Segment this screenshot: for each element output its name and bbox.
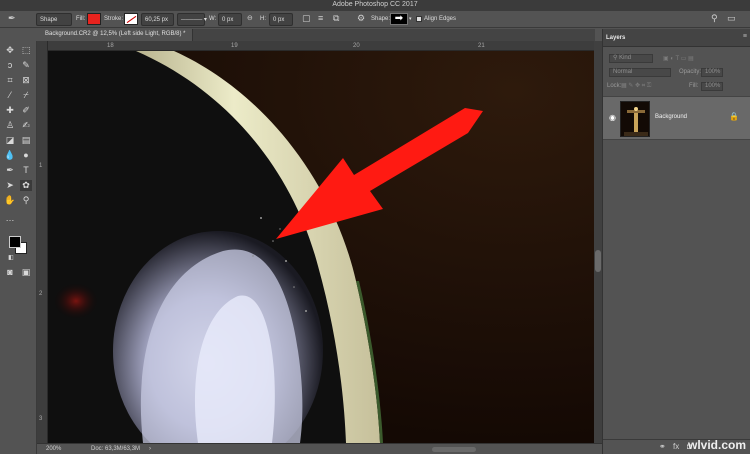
lock-options-icons[interactable]: ▦ ✎ ✥ ⌗ ⚿ [621, 81, 651, 91]
zoom-tool-icon[interactable]: ⚲ [20, 195, 32, 206]
quick-mask-icon[interactable]: ◙ [4, 267, 16, 278]
fill-field[interactable]: 100% [701, 82, 723, 91]
path-selection-tool-icon[interactable]: ➤ [4, 180, 16, 191]
fill-swatch[interactable] [87, 13, 101, 25]
pen-tool-icon[interactable]: ✒ [8, 14, 16, 23]
layer-filter-icons[interactable]: ▣ ◐ T ▭ ▤ [663, 54, 694, 64]
align-edges-label: Align Edges [424, 16, 457, 22]
horizontal-scroll-thumb[interactable] [432, 447, 476, 452]
link-layers-icon[interactable]: ⚭ [659, 442, 666, 451]
marquee-tool-icon[interactable]: ⬚ [20, 45, 32, 56]
healing-brush-tool-icon[interactable]: ✚ [4, 105, 16, 116]
stroke-label: Stroke: [104, 16, 124, 22]
layers-panel: Layers ≡ ⚲ Kind ▣ ◐ T ▭ ▤ Normal Opacity… [602, 29, 750, 454]
lock-label: Lock: [607, 83, 622, 89]
path-alignment-icon[interactable]: ≡ [318, 14, 323, 23]
stroke-swatch[interactable] [124, 13, 138, 25]
ruler-tick: 19 [231, 43, 238, 49]
crop-tool-icon[interactable]: ⌗ [4, 75, 16, 86]
tab-layers[interactable]: Layers [606, 35, 625, 41]
eyedropper-tool-icon[interactable]: ⁄ [4, 90, 16, 101]
blur-tool-icon[interactable]: 💧 [4, 150, 16, 161]
panel-menu-icon[interactable]: ≡ [743, 33, 747, 40]
foreground-color-swatch[interactable] [9, 236, 21, 248]
ruler-tool-icon[interactable]: ⌿ [20, 90, 32, 101]
doc-size: Doc: 63,3M/63,3M [91, 446, 141, 452]
default-colors-icon[interactable]: ◧ [5, 253, 17, 264]
fx-icon[interactable]: fx [673, 442, 679, 451]
layer-filter-dropdown[interactable]: ⚲ Kind [609, 54, 653, 63]
path-arrangement-icon[interactable]: ⧉ [333, 14, 339, 23]
vertical-scroll-thumb[interactable] [595, 250, 601, 272]
gear-icon[interactable]: ⚙ [357, 14, 365, 23]
layer-name: Background [655, 114, 688, 120]
width-field[interactable]: 0 px [218, 13, 242, 26]
eraser-tool-icon[interactable]: ◪ [4, 135, 16, 146]
canvas-image [48, 51, 594, 443]
clone-stamp-tool-icon[interactable]: ♙ [4, 120, 16, 131]
layer-thumbnail [620, 101, 650, 137]
vertical-scrollbar[interactable] [594, 41, 602, 443]
eye-icon[interactable]: ◉ [609, 113, 616, 122]
fill-label: Fill: [76, 16, 86, 22]
horizontal-ruler: 18 19 20 21 [41, 41, 595, 51]
tools-panel: ✥ ⬚ ↄ ✎ ⌗ ⊠ ⁄ ⌿ ✚ ✐ ♙ ✍ ◪ ▤ 💧 ● ✒ T ➤ ✿ … [0, 41, 37, 454]
lock-icon: 🔒 [729, 112, 739, 121]
dodge-tool-icon[interactable]: ● [20, 150, 32, 161]
status-bar: 200% Doc: 63,3M/63,3M › [37, 443, 602, 454]
options-bar: ✒ Shape Fill: Stroke: 60,25 px ───── ▾ W… [0, 11, 750, 28]
more-tools-icon[interactable]: … [4, 213, 16, 224]
custom-shape-tool-icon[interactable]: ✿ [20, 180, 32, 191]
vertical-ruler: 1 2 3 [37, 41, 48, 443]
history-brush-tool-icon[interactable]: ✍ [20, 120, 32, 131]
h-label: H: [260, 16, 266, 22]
height-field[interactable]: 0 px [269, 13, 293, 26]
ruler-tick: 18 [107, 43, 114, 49]
move-tool-icon[interactable]: ✥ [4, 45, 16, 56]
opacity-label: Opacity: [679, 69, 702, 75]
quick-select-tool-icon[interactable]: ✎ [20, 60, 32, 71]
document-tab-label: Background.CR2 @ 12,5% (Left side Light,… [45, 31, 186, 37]
ruler-tick: 21 [478, 43, 485, 49]
document-canvas[interactable] [48, 51, 594, 443]
shape-picker-chevron-icon[interactable]: ▾ [409, 13, 412, 26]
hand-tool-icon[interactable]: ✋ [4, 195, 16, 206]
type-tool-icon[interactable]: T [20, 165, 32, 176]
ruler-tick: 3 [39, 416, 43, 422]
gradient-tool-icon[interactable]: ▤ [20, 135, 32, 146]
zoom-level[interactable]: 200% [46, 446, 61, 452]
workspace-icon[interactable]: ▭ [727, 14, 736, 23]
path-operations-icon[interactable]: ▢ [302, 14, 311, 23]
document-tab[interactable]: Background.CR2 @ 12,5% (Left side Light,… [41, 29, 193, 41]
panel-tab-bar: Layers ≡ [603, 29, 750, 47]
shape-label: Shape: [371, 16, 391, 22]
layer-row-background[interactable]: ◉ Background 🔒 [603, 96, 750, 140]
stroke-style-dropdown[interactable]: ───── ▾ [177, 13, 207, 26]
app-title: Adobe Photoshop CC 2017 [332, 1, 418, 8]
fill-label: Fill: [689, 83, 699, 89]
pen-tool-icon[interactable]: ✒ [4, 165, 16, 176]
title-bar: Adobe Photoshop CC 2017 [0, 0, 750, 11]
brush-tool-icon[interactable]: ✐ [20, 105, 32, 116]
ruler-tick: 2 [39, 291, 43, 297]
w-label: W: [209, 16, 217, 22]
stroke-width-field[interactable]: 60,25 px [141, 13, 174, 26]
ruler-tick: 1 [39, 163, 43, 169]
ruler-tick: 20 [353, 43, 360, 49]
frame-tool-icon[interactable]: ⊠ [20, 75, 32, 86]
opacity-field[interactable]: 100% [701, 68, 723, 77]
mode-dropdown[interactable]: Shape [36, 13, 72, 26]
link-icon[interactable]: ⊖ [247, 14, 253, 23]
kind-value: Kind [619, 55, 632, 61]
shape-picker[interactable]: ➡ [390, 13, 408, 25]
status-menu-chevron-icon[interactable]: › [149, 446, 151, 452]
align-edges-checkbox[interactable] [416, 16, 422, 22]
lasso-tool-icon[interactable]: ↄ [4, 60, 16, 71]
blend-mode-dropdown[interactable]: Normal [609, 68, 671, 77]
screen-mode-icon[interactable]: ▣ [20, 267, 32, 278]
watermark-logo: wlvid.com [687, 438, 746, 452]
search-icon[interactable]: ⚲ [711, 14, 718, 23]
